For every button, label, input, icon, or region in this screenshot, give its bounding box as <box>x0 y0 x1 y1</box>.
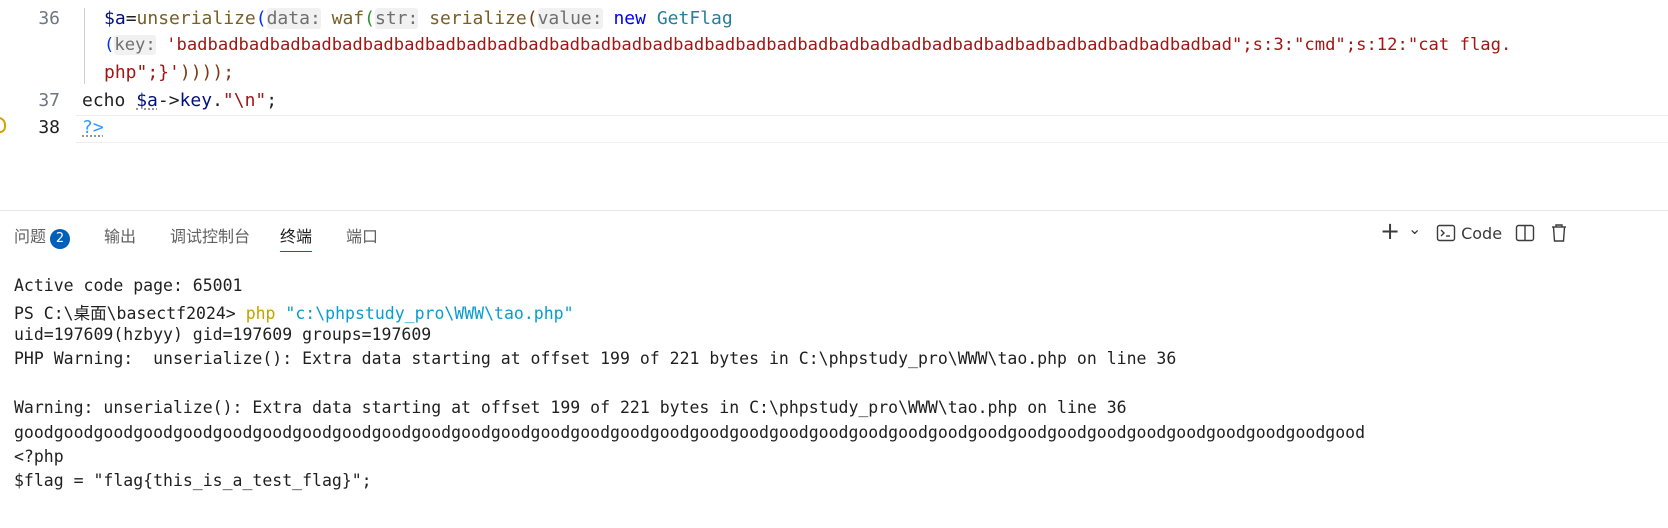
code-token: GetFlag <box>656 8 733 29</box>
tab-problems[interactable]: 问题 2 <box>14 223 71 249</box>
code-line-38: ?> <box>82 117 104 138</box>
code-token: 'badbadbadbadbadbadbadbadbadbadbadbadbad… <box>166 35 1512 55</box>
code-token: "\n" <box>222 90 267 111</box>
tab-terminal[interactable]: 终端 <box>280 223 313 252</box>
code-token: key <box>179 90 213 111</box>
new-terminal-button[interactable]: + <box>1380 217 1400 245</box>
indent-guide <box>84 8 85 84</box>
code-token: ?> <box>82 117 104 138</box>
code-line-36-part1: $a=unserialize(data: waf(str: serialize(… <box>104 8 733 29</box>
tab-output[interactable]: 输出 <box>104 223 136 247</box>
line-number-36: 36 <box>38 8 60 29</box>
code-token: waf <box>331 8 365 29</box>
terminal-command: php <box>245 304 276 323</box>
trash-icon <box>1552 224 1566 242</box>
code-token: . <box>212 90 223 111</box>
inlay-hint: key: <box>114 35 156 55</box>
terminal-profile-button[interactable]: Code <box>1436 223 1502 243</box>
inlay-hint: data: <box>266 8 321 29</box>
kill-terminal-button[interactable] <box>1550 223 1568 247</box>
terminal-prompt: PS C:\桌面\basectf2024> <box>14 304 246 323</box>
terminal-profile-label: Code <box>1461 224 1503 243</box>
code-line-36-part2: (key: 'badbadbadbadbadbadbadbadbadbadbad… <box>104 35 1511 55</box>
terminal-line: PS C:\桌面\basectf2024> php "c:\phpstudy_p… <box>14 300 574 324</box>
code-editor[interactable]: 36 37 38 $a=unserialize(data: waf(str: s… <box>0 0 1668 210</box>
code-token: echo <box>82 90 137 111</box>
inlay-hint: str: <box>374 8 419 29</box>
bottom-panel: 问题 2 输出 调试控制台 终端 端口 + ⌄ Code Active code… <box>0 210 1668 528</box>
line-number-37: 37 <box>38 90 60 111</box>
split-icon <box>1515 224 1535 242</box>
tab-debug-console[interactable]: 调试控制台 <box>170 223 250 247</box>
terminal-line: $flag = "flag{this_is_a_test_flag}"; <box>14 471 372 490</box>
code-token: $a <box>136 90 158 111</box>
terminal-line: <?php <box>14 447 64 466</box>
terminal-icon <box>1436 224 1456 242</box>
code-token: serialize <box>429 8 527 29</box>
terminal-line: Warning: unserialize(): Extra data start… <box>14 398 1127 417</box>
terminal-line: Active code page: 65001 <box>14 276 243 295</box>
split-terminal-button[interactable] <box>1515 223 1535 247</box>
chevron-down-icon[interactable]: ⌄ <box>1408 219 1421 238</box>
code-token: new <box>613 8 646 29</box>
code-token: ( <box>526 8 538 29</box>
panel-tabs: 问题 2 输出 调试控制台 终端 端口 + ⌄ Code <box>0 211 1668 259</box>
terminal-argument: "c:\phpstudy_pro\WWW\tao.php" <box>275 304 574 323</box>
code-token: ( <box>104 35 115 55</box>
tab-label: 问题 <box>14 227 47 246</box>
terminal-line: PHP Warning: unserialize(): Extra data s… <box>14 349 1177 368</box>
code-token: -> <box>157 90 180 111</box>
terminal-line: goodgoodgoodgoodgoodgoodgoodgoodgoodgood… <box>14 423 1366 442</box>
problems-count-badge: 2 <box>50 229 71 249</box>
code-line-36-part3: php";}')))); <box>104 62 234 83</box>
code-token: $a <box>104 8 126 29</box>
terminal-line: uid=197609(hzbyy) gid=197609 groups=1976… <box>14 325 432 344</box>
code-token: ( <box>364 8 375 29</box>
code-token: php";}' <box>104 62 180 83</box>
code-token: ; <box>266 90 278 111</box>
line-number-38: 38 <box>38 117 60 138</box>
code-token: = <box>125 8 137 29</box>
inlay-hint: value: <box>537 8 603 29</box>
code-line-37: echo $a->key."\n"; <box>82 90 277 111</box>
code-token: )))); <box>179 62 235 83</box>
code-token: ( <box>255 8 267 29</box>
code-token: unserialize <box>136 8 256 29</box>
current-line-highlight <box>76 115 1668 143</box>
tab-ports[interactable]: 端口 <box>346 223 378 247</box>
